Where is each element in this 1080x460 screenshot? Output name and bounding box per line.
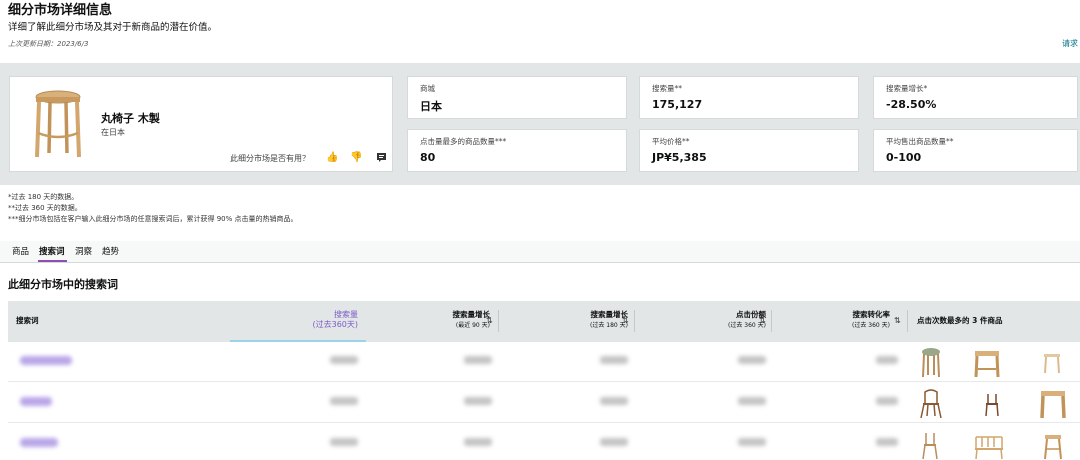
blurred-value [876,356,898,364]
sort-icon[interactable]: ⇅ [486,316,493,325]
stat-card-top-clicked: 点击量最多的商品数量*** 80 [407,129,627,172]
table-header: 搜索词 搜索量 (过去360天) 搜索量增长 (最近 90 天) ⇅ 搜索量增长… [8,301,1080,342]
tab-products[interactable]: 商品 [12,246,29,258]
table-row [8,383,1080,423]
summary-band: 丸椅子 木製 在日本 此细分市场是否有用？ 👍 👎 商城 日本 搜索量** 17… [0,63,1080,185]
stat-label: 搜索量增长* [886,84,928,93]
blurred-value [738,438,766,446]
col-growth-90-label: 搜索量增长 [452,310,491,319]
stat-card-marketplace: 商城 日本 [407,76,627,119]
page-title: 细分市场详细信息 [8,3,113,18]
active-tab-indicator [38,260,67,262]
stat-value: 175,127 [652,98,703,111]
stat-value: 0-100 [886,151,922,164]
product-thumbnail[interactable] [1036,427,1070,460]
blurred-value [876,438,898,446]
blurred-value [600,356,628,364]
stat-card-avg-units: 平均售出商品数量** 0-100 [873,129,1078,172]
stat-card-avg-price: 平均价格** JP¥5,385 [639,129,859,172]
page-subtitle: 详细了解此细分市场及其对于新商品的潜在价值。 [8,22,218,33]
blurred-value [330,438,358,446]
stat-label: 平均价格** [652,137,690,146]
blurred-value [738,397,766,405]
col-conversion-sub: (过去 360 天) [852,322,890,329]
request-link[interactable]: 请求 [1062,38,1078,50]
page-header: 细分市场详细信息 详细了解此细分市场及其对于新商品的潜在价值。 上次更新日期：2… [8,2,1080,62]
sort-icon[interactable]: ⇅ [622,316,629,325]
sort-icon[interactable]: ⇅ [894,316,901,325]
blurred-value [464,438,492,446]
col-conversion-label: 搜索转化率 [852,310,891,319]
stat-card-search-growth: 搜索量增长* -28.50% [873,76,1078,119]
last-updated: 上次更新日期：2023/6/3 [8,40,89,48]
col-volume[interactable]: 搜索量 (过去360天) [312,310,358,330]
useful-prompt: 此细分市场是否有用？ [230,154,310,163]
blurred-value [600,438,628,446]
product-thumbnail[interactable] [972,427,1006,460]
blurred-value [464,397,492,405]
product-thumbnail[interactable] [914,427,948,460]
product-thumbnail[interactable] [914,345,948,379]
sort-icon[interactable]: ⇅ [759,316,766,325]
tab-search-terms[interactable]: 搜索词 [39,246,65,258]
product-thumbnail[interactable] [914,386,948,420]
comment-icon[interactable] [375,152,387,164]
thumbs-down-icon[interactable]: 👎 [350,152,362,164]
keyword-link[interactable] [20,438,58,447]
blurred-value [876,397,898,405]
stat-label: 搜索量** [652,84,682,93]
column-divider [771,310,772,332]
stat-card-search-volume: 搜索量** 175,127 [639,76,859,119]
product-name: 丸椅子 木製 [101,112,160,125]
col-volume-sub: (过去360天) [312,320,358,329]
stat-label: 商城 [420,84,435,93]
tab-insights[interactable]: 洞察 [75,246,92,258]
product-thumbnail[interactable] [976,386,1010,420]
blurred-value [738,356,766,364]
stat-value: -28.50% [886,98,937,111]
stat-label: 平均售出商品数量** [886,137,954,146]
table-row [8,424,1080,460]
product-thumbnail[interactable] [1036,386,1070,420]
stat-value: 80 [420,151,436,164]
blurred-value [330,397,358,405]
col-growth-90-sub: (最近 90 天) [455,322,490,329]
tab-bar: 商品 搜索词 洞察 趋势 [0,241,1080,263]
product-thumbnail[interactable] [1036,345,1070,379]
col-keyword: 搜索词 [16,316,39,325]
blurred-value [330,356,358,364]
footnote: ***细分市场包括在客户输入此细分市场的任意搜索词后，累计获得 90% 点击量的… [8,215,298,223]
col-conversion[interactable]: 搜索转化率 (过去 360 天) [852,310,890,331]
footnote: *过去 180 天的数据。 [8,193,79,201]
product-thumbnail[interactable] [970,345,1004,379]
blurred-value [464,356,492,364]
product-market: 在日本 [101,128,125,137]
keyword-link[interactable] [20,356,72,365]
tab-trends[interactable]: 趋势 [102,246,119,258]
stat-label: 点击量最多的商品数量*** [420,137,507,146]
stat-value: 日本 [420,100,442,113]
stat-value: JP¥5,385 [652,151,707,164]
footnote: **过去 360 天的数据。 [8,204,82,212]
col-growth-90[interactable]: 搜索量增长 (最近 90 天) [453,310,491,331]
keyword-link[interactable] [20,397,52,406]
col-top-products: 点击次数最多的 3 件商品 [917,316,1003,325]
thumbs-up-icon[interactable]: 👍 [326,152,338,164]
column-divider [907,310,908,332]
blurred-value [600,397,628,405]
column-divider [634,310,635,332]
column-divider [498,310,499,332]
stool-image [35,90,81,158]
section-title: 此细分市场中的搜索词 [8,278,118,291]
product-card: 丸椅子 木製 在日本 此细分市场是否有用？ 👍 👎 [9,76,393,172]
table-row [8,342,1080,382]
col-volume-label: 搜索量 [334,310,358,319]
footnotes: *过去 180 天的数据。 **过去 360 天的数据。 ***细分市场包括在客… [8,192,298,225]
